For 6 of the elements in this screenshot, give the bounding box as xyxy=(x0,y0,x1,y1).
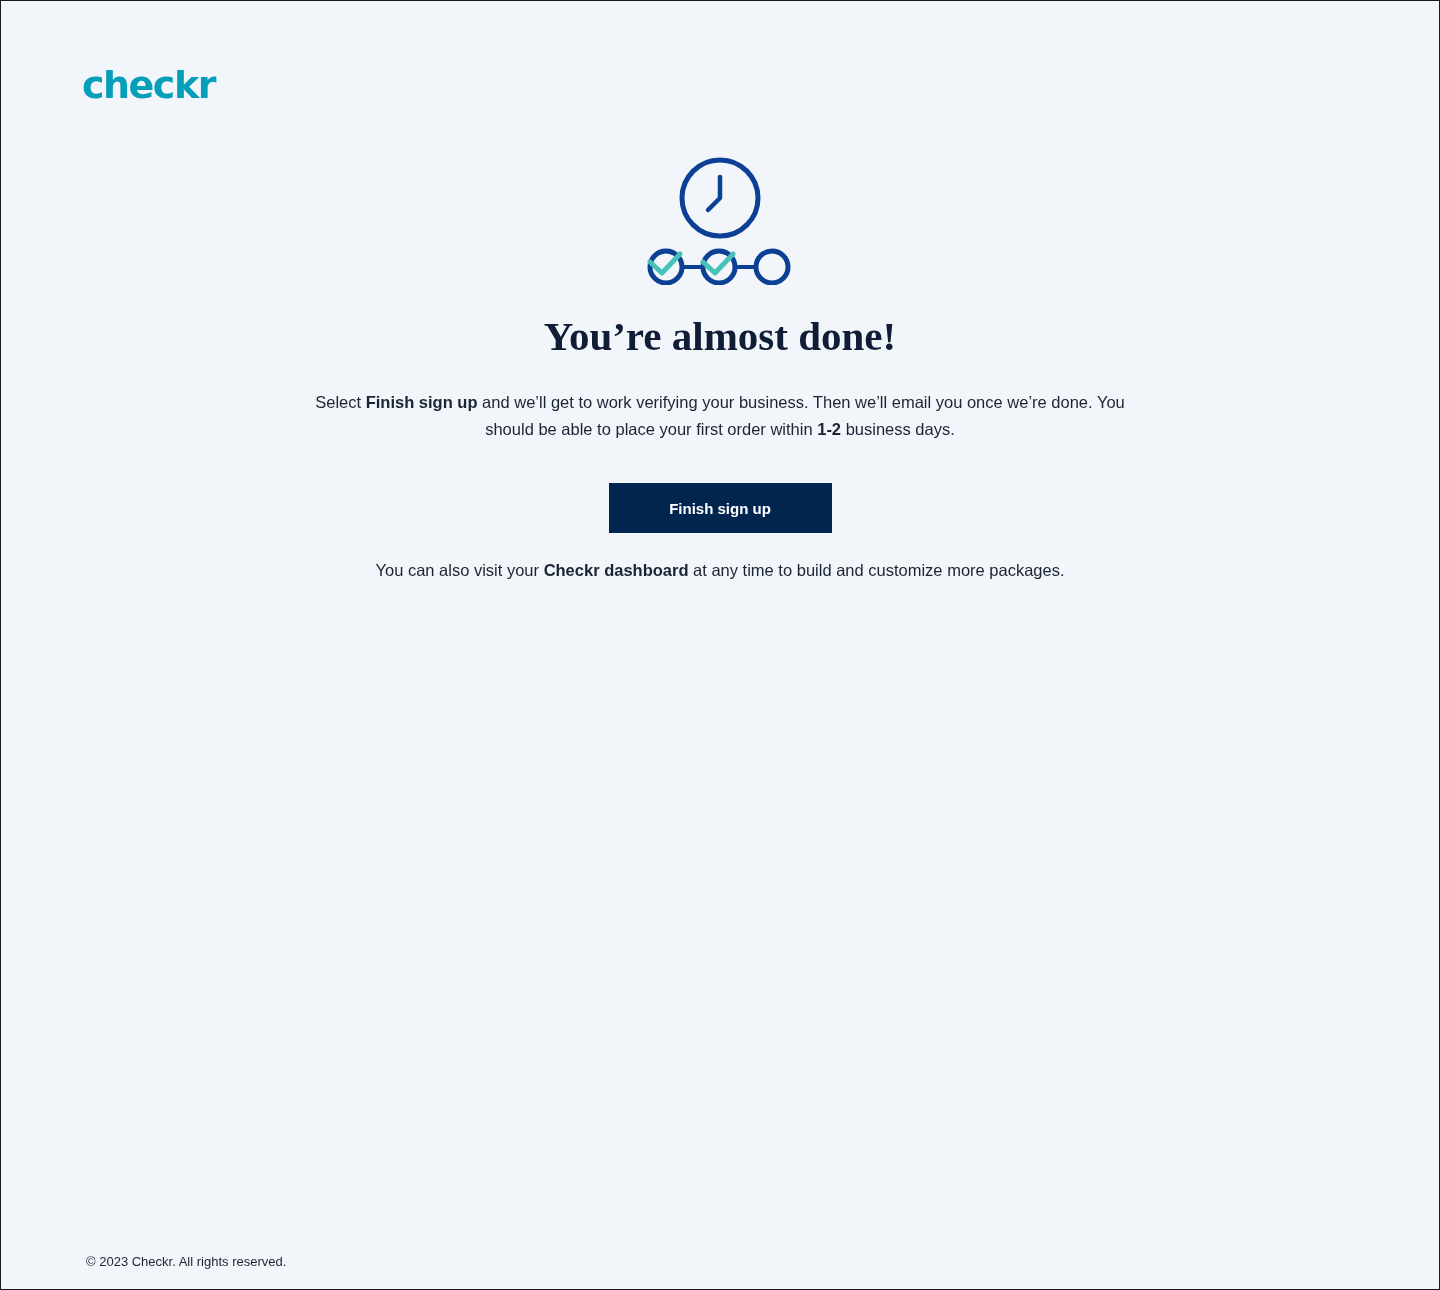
finish-sign-up-button[interactable]: Finish sign up xyxy=(608,483,832,533)
message-text: Select Finish sign up and we’ll get to work verifying your business. Then we’ll email you once we’re done. You should be able to place your first order within 1-2 business days. xyxy=(314,392,1126,440)
clock-icon xyxy=(679,157,761,239)
note-text: You can also visit your Checkr dashboard at any time to build and customize more packages. xyxy=(375,560,1065,581)
copyright-text: © 2023 Checkr. All rights reserved. xyxy=(86,1254,287,1269)
heading: You’re almost done! xyxy=(543,312,897,361)
